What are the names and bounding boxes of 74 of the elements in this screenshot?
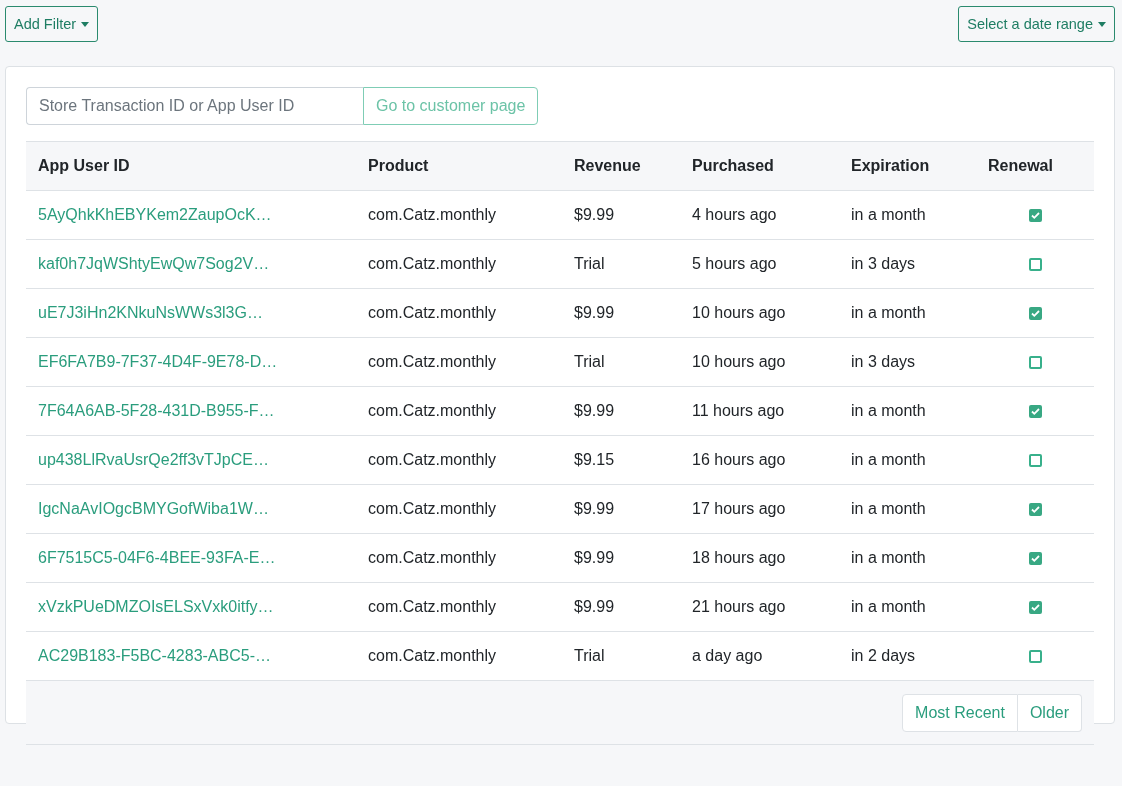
revenue-cell: Trial	[574, 647, 605, 664]
purchased-cell: 18 hours ago	[692, 549, 786, 566]
revenue-cell: $9.99	[574, 598, 615, 615]
renewal-checkbox[interactable]	[1028, 405, 1042, 419]
expiration-cell: in a month	[851, 598, 926, 615]
user-id-link[interactable]: 6F7515C5-04F6-4BEE-93FA-E…	[38, 549, 276, 566]
column-header: Purchased	[680, 141, 839, 191]
user-id-link[interactable]: 7F64A6AB-5F28-431D-B955-F…	[38, 402, 275, 419]
revenue-cell: $9.99	[574, 402, 615, 419]
renewal-checkbox[interactable]	[1028, 650, 1042, 664]
renewal-checkbox[interactable]	[1028, 307, 1042, 321]
customer-page-button[interactable]: Go to customer page	[363, 87, 539, 125]
product-cell: com.Catz.monthly	[368, 304, 497, 321]
purchased-cell: 4 hours ago	[692, 206, 777, 223]
purchased-cell: 10 hours ago	[692, 304, 786, 321]
purchased-cell: 10 hours ago	[692, 353, 786, 370]
revenue-cell: $9.99	[574, 206, 615, 223]
user-id-link[interactable]: EF6FA7B9-7F37-4D4F-9E78-D…	[38, 353, 278, 370]
user-id-link[interactable]: kaf0h7JqWShtyEwQw7Sog2V…	[38, 255, 270, 272]
revenue-cell: $9.99	[574, 549, 615, 566]
caret-icon	[81, 21, 90, 27]
product-cell: com.Catz.monthly	[368, 647, 497, 664]
user-id-link[interactable]: xVzkPUeDMZOIsELSxVxk0itfy…	[38, 598, 274, 615]
renewal-checkbox[interactable]	[1028, 356, 1042, 370]
renewal-checkbox[interactable]	[1028, 601, 1042, 615]
product-cell: com.Catz.monthly	[368, 598, 497, 615]
caret-icon	[1098, 21, 1106, 27]
column-header: Revenue	[562, 141, 680, 191]
product-cell: com.Catz.monthly	[368, 255, 497, 272]
revenue-cell: $9.99	[574, 500, 615, 517]
pagination-button[interactable]: Most Recent	[902, 693, 1018, 732]
column-header: App User ID	[26, 141, 356, 191]
expiration-cell: in a month	[851, 549, 926, 566]
renewal-checkbox[interactable]	[1028, 258, 1042, 272]
purchased-cell: 17 hours ago	[692, 500, 786, 517]
user-id-link[interactable]: IgcNaAvIOgcBMYGofWiba1W…	[38, 500, 269, 517]
renewal-checkbox[interactable]	[1028, 454, 1042, 468]
user-id-link[interactable]: AC29B183-F5BC-4283-ABC5-…	[38, 647, 271, 664]
user-id-link[interactable]: 5AyQhkKhEBYKem2ZaupOcK…	[38, 206, 272, 223]
purchased-cell: 16 hours ago	[692, 451, 786, 468]
add-filter-button[interactable]: Add Filter	[5, 6, 99, 42]
column-header: Product	[356, 141, 562, 191]
purchased-cell: 5 hours ago	[692, 255, 777, 272]
revenue-cell: Trial	[574, 255, 605, 272]
product-cell: com.Catz.monthly	[368, 402, 497, 419]
product-cell: com.Catz.monthly	[368, 451, 497, 468]
revenue-cell: $9.15	[574, 451, 615, 468]
revenue-cell: $9.99	[574, 304, 615, 321]
date-range-button[interactable]: Select a date range	[958, 6, 1115, 42]
expiration-cell: in a month	[851, 206, 926, 223]
search-field[interactable]: Store Transaction ID or App User ID	[26, 87, 363, 125]
expiration-cell: in a month	[851, 500, 926, 517]
expiration-cell: in a month	[851, 402, 926, 419]
column-header: Renewal	[976, 141, 1094, 191]
expiration-cell: in a month	[851, 304, 926, 321]
purchased-cell: a day ago	[692, 647, 763, 664]
column-header: Expiration	[839, 141, 976, 191]
renewal-checkbox[interactable]	[1028, 503, 1042, 517]
product-cell: com.Catz.monthly	[368, 353, 497, 370]
user-id-link[interactable]: uE7J3iHn2KNkuNsWWs3l3G…	[38, 304, 263, 321]
purchased-cell: 21 hours ago	[692, 598, 786, 615]
expiration-cell: in 3 days	[851, 255, 916, 272]
purchased-cell: 11 hours ago	[692, 402, 785, 419]
revenue-cell: Trial	[574, 353, 605, 370]
product-cell: com.Catz.monthly	[368, 500, 497, 517]
user-id-link[interactable]: up438LlRvaUsrQe2ff3vTJpCE…	[38, 451, 269, 468]
expiration-cell: in 3 days	[851, 353, 916, 370]
product-cell: com.Catz.monthly	[368, 549, 497, 566]
expiration-cell: in 2 days	[851, 647, 916, 664]
pagination-button[interactable]: Older	[1017, 693, 1082, 732]
renewal-checkbox[interactable]	[1028, 209, 1042, 223]
product-cell: com.Catz.monthly	[368, 206, 497, 223]
renewal-checkbox[interactable]	[1028, 552, 1042, 566]
expiration-cell: in a month	[851, 451, 926, 468]
